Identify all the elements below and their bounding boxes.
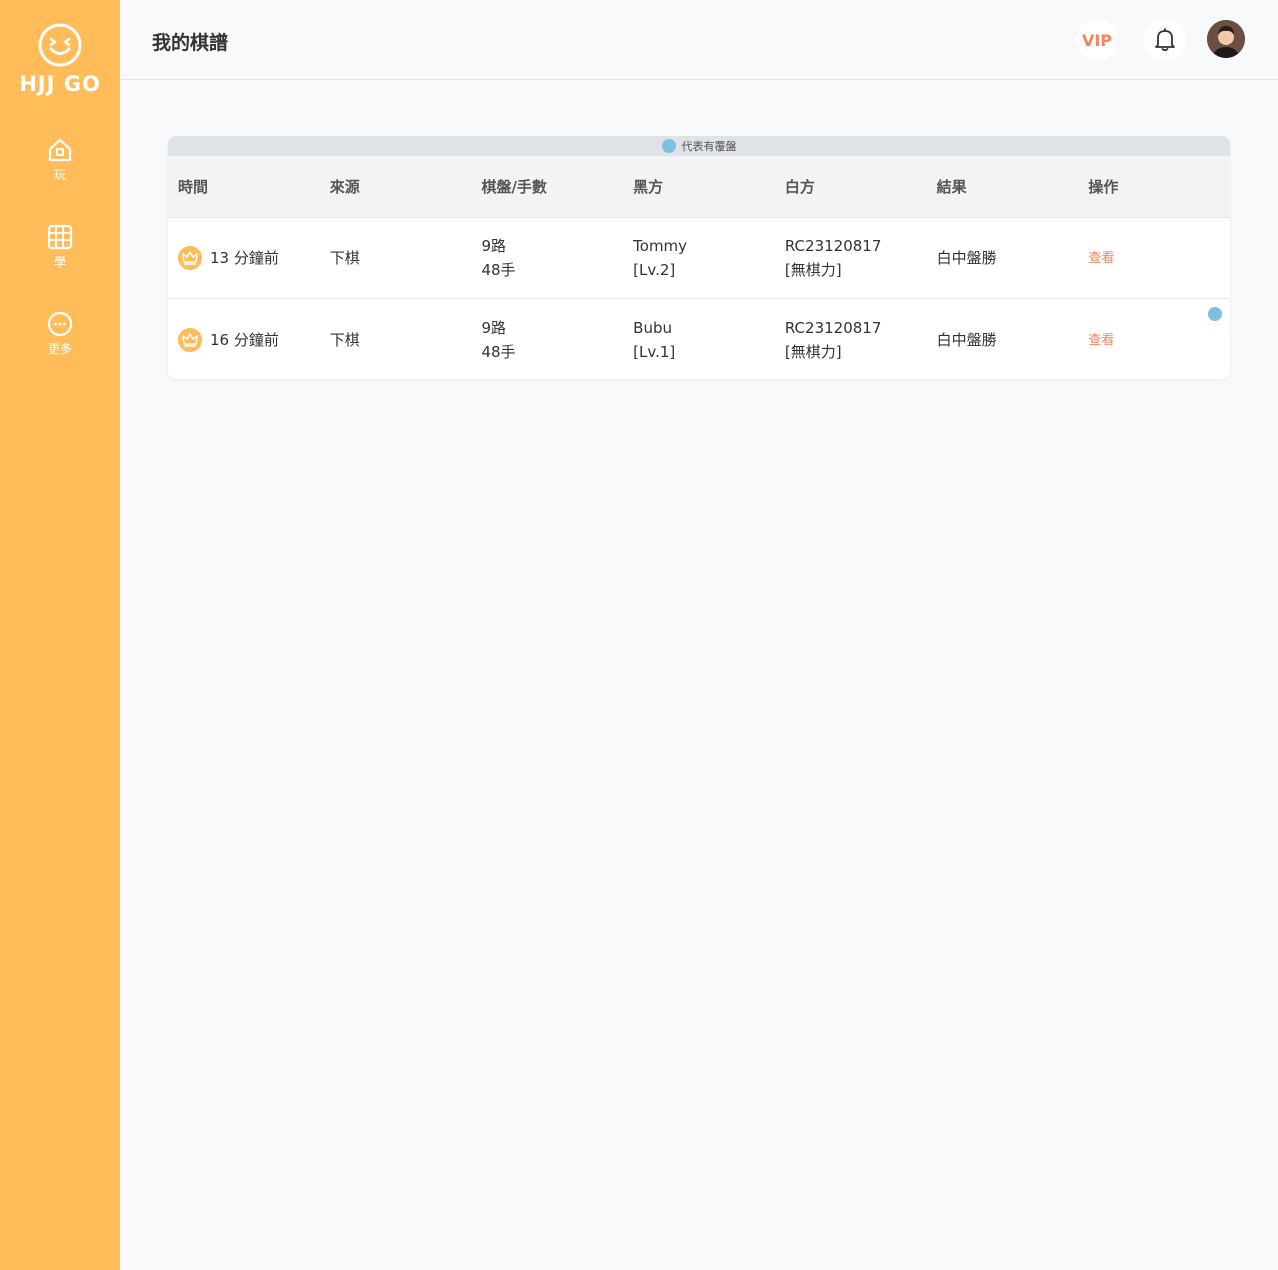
sidebar-item-label: 更多 bbox=[47, 342, 72, 356]
black-player-cell: Bubu [Lv.1] bbox=[623, 316, 775, 364]
black-player-name: Bubu bbox=[633, 318, 672, 337]
time-text: 13 分鐘前 bbox=[210, 249, 279, 267]
avatar[interactable] bbox=[1207, 20, 1245, 58]
crown-icon bbox=[178, 327, 202, 352]
view-link[interactable]: 查看 bbox=[1088, 333, 1114, 348]
board-size: 9路 bbox=[481, 237, 506, 255]
board-icon bbox=[47, 224, 73, 250]
board-size: 9路 bbox=[481, 318, 506, 337]
time-cell: 16 分鐘前 bbox=[168, 327, 320, 352]
column-header-white: 白方 bbox=[784, 178, 815, 196]
sidebar-item-learn[interactable]: 學 bbox=[46, 223, 74, 270]
move-count: 48手 bbox=[481, 261, 516, 279]
column-header-result: 結果 bbox=[936, 178, 967, 196]
white-player-cell: RC23120817 [無棋力] bbox=[775, 316, 927, 364]
source-cell: 下棋 bbox=[329, 330, 360, 349]
table-row[interactable]: 16 分鐘前 下棋 9路 48手 Bubu [Lv.1] RC23120817 … bbox=[168, 299, 1230, 379]
sidebar-item-label: 玩 bbox=[53, 168, 66, 182]
review-legend: 代表有覆盤 bbox=[168, 136, 1230, 156]
action-cell: 查看 bbox=[1078, 327, 1230, 353]
black-player-level: [Lv.2] bbox=[633, 261, 676, 279]
source-cell: 下棋 bbox=[329, 249, 360, 267]
notification-button[interactable] bbox=[1144, 19, 1186, 61]
column-header-time: 時間 bbox=[178, 178, 209, 196]
table-header: 時間 來源 棋盤/手數 黑方 白方 結果 操作 bbox=[168, 156, 1230, 218]
header: 我的棋譜 VIP bbox=[120, 0, 1278, 80]
review-dot-icon bbox=[661, 139, 676, 153]
sidebar-item-more[interactable]: 更多 bbox=[46, 310, 74, 357]
sidebar: HJJ GO 玩 學 更多 bbox=[0, 0, 120, 1270]
time-text: 16 分鐘前 bbox=[210, 330, 279, 349]
home-icon bbox=[48, 138, 72, 162]
black-player-level: [Lv.1] bbox=[633, 342, 676, 361]
board-cell: 9路 48手 bbox=[471, 234, 623, 282]
legend-text: 代表有覆盤 bbox=[681, 140, 737, 153]
user-avatar-icon bbox=[1207, 20, 1245, 58]
crown-icon bbox=[178, 246, 202, 270]
white-player-level: [無棋力] bbox=[784, 261, 842, 279]
result-cell: 白中盤勝 bbox=[936, 249, 997, 267]
page-title: 我的棋譜 bbox=[152, 32, 229, 54]
white-player-cell: RC23120817 [無棋力] bbox=[775, 234, 927, 282]
bell-icon bbox=[1155, 28, 1175, 52]
column-header-black: 黑方 bbox=[633, 178, 664, 196]
move-count: 48手 bbox=[481, 342, 516, 361]
logo[interactable]: HJJ GO bbox=[19, 22, 101, 96]
view-link[interactable]: 查看 bbox=[1088, 251, 1114, 266]
column-header-action: 操作 bbox=[1088, 178, 1119, 196]
column-header-source: 來源 bbox=[329, 178, 360, 196]
review-indicator-dot bbox=[1208, 307, 1222, 321]
sidebar-item-play[interactable]: 玩 bbox=[46, 136, 74, 183]
game-records-table: 代表有覆盤 時間 來源 棋盤/手數 黑方 白方 結果 操作 13 分鐘前 下棋 … bbox=[168, 136, 1230, 379]
white-player-level: [無棋力] bbox=[784, 342, 842, 361]
black-player-cell: Tommy [Lv.2] bbox=[623, 234, 775, 282]
board-cell: 9路 48手 bbox=[471, 316, 623, 364]
logo-text: HJJ GO bbox=[19, 72, 101, 96]
table-row[interactable]: 13 分鐘前 下棋 9路 48手 Tommy [Lv.2] RC23120817… bbox=[168, 218, 1230, 299]
more-icon bbox=[47, 311, 73, 337]
white-player-name: RC23120817 bbox=[784, 318, 882, 337]
result-cell: 白中盤勝 bbox=[936, 330, 997, 349]
black-player-name: Tommy bbox=[633, 237, 688, 255]
white-player-name: RC23120817 bbox=[784, 237, 882, 255]
column-header-board: 棋盤/手數 bbox=[481, 178, 547, 196]
smiley-logo-icon bbox=[38, 23, 82, 67]
time-cell: 13 分鐘前 bbox=[168, 246, 320, 270]
action-cell: 查看 bbox=[1078, 245, 1230, 271]
vip-button[interactable]: VIP bbox=[1076, 19, 1118, 61]
sidebar-item-label: 學 bbox=[53, 255, 66, 269]
